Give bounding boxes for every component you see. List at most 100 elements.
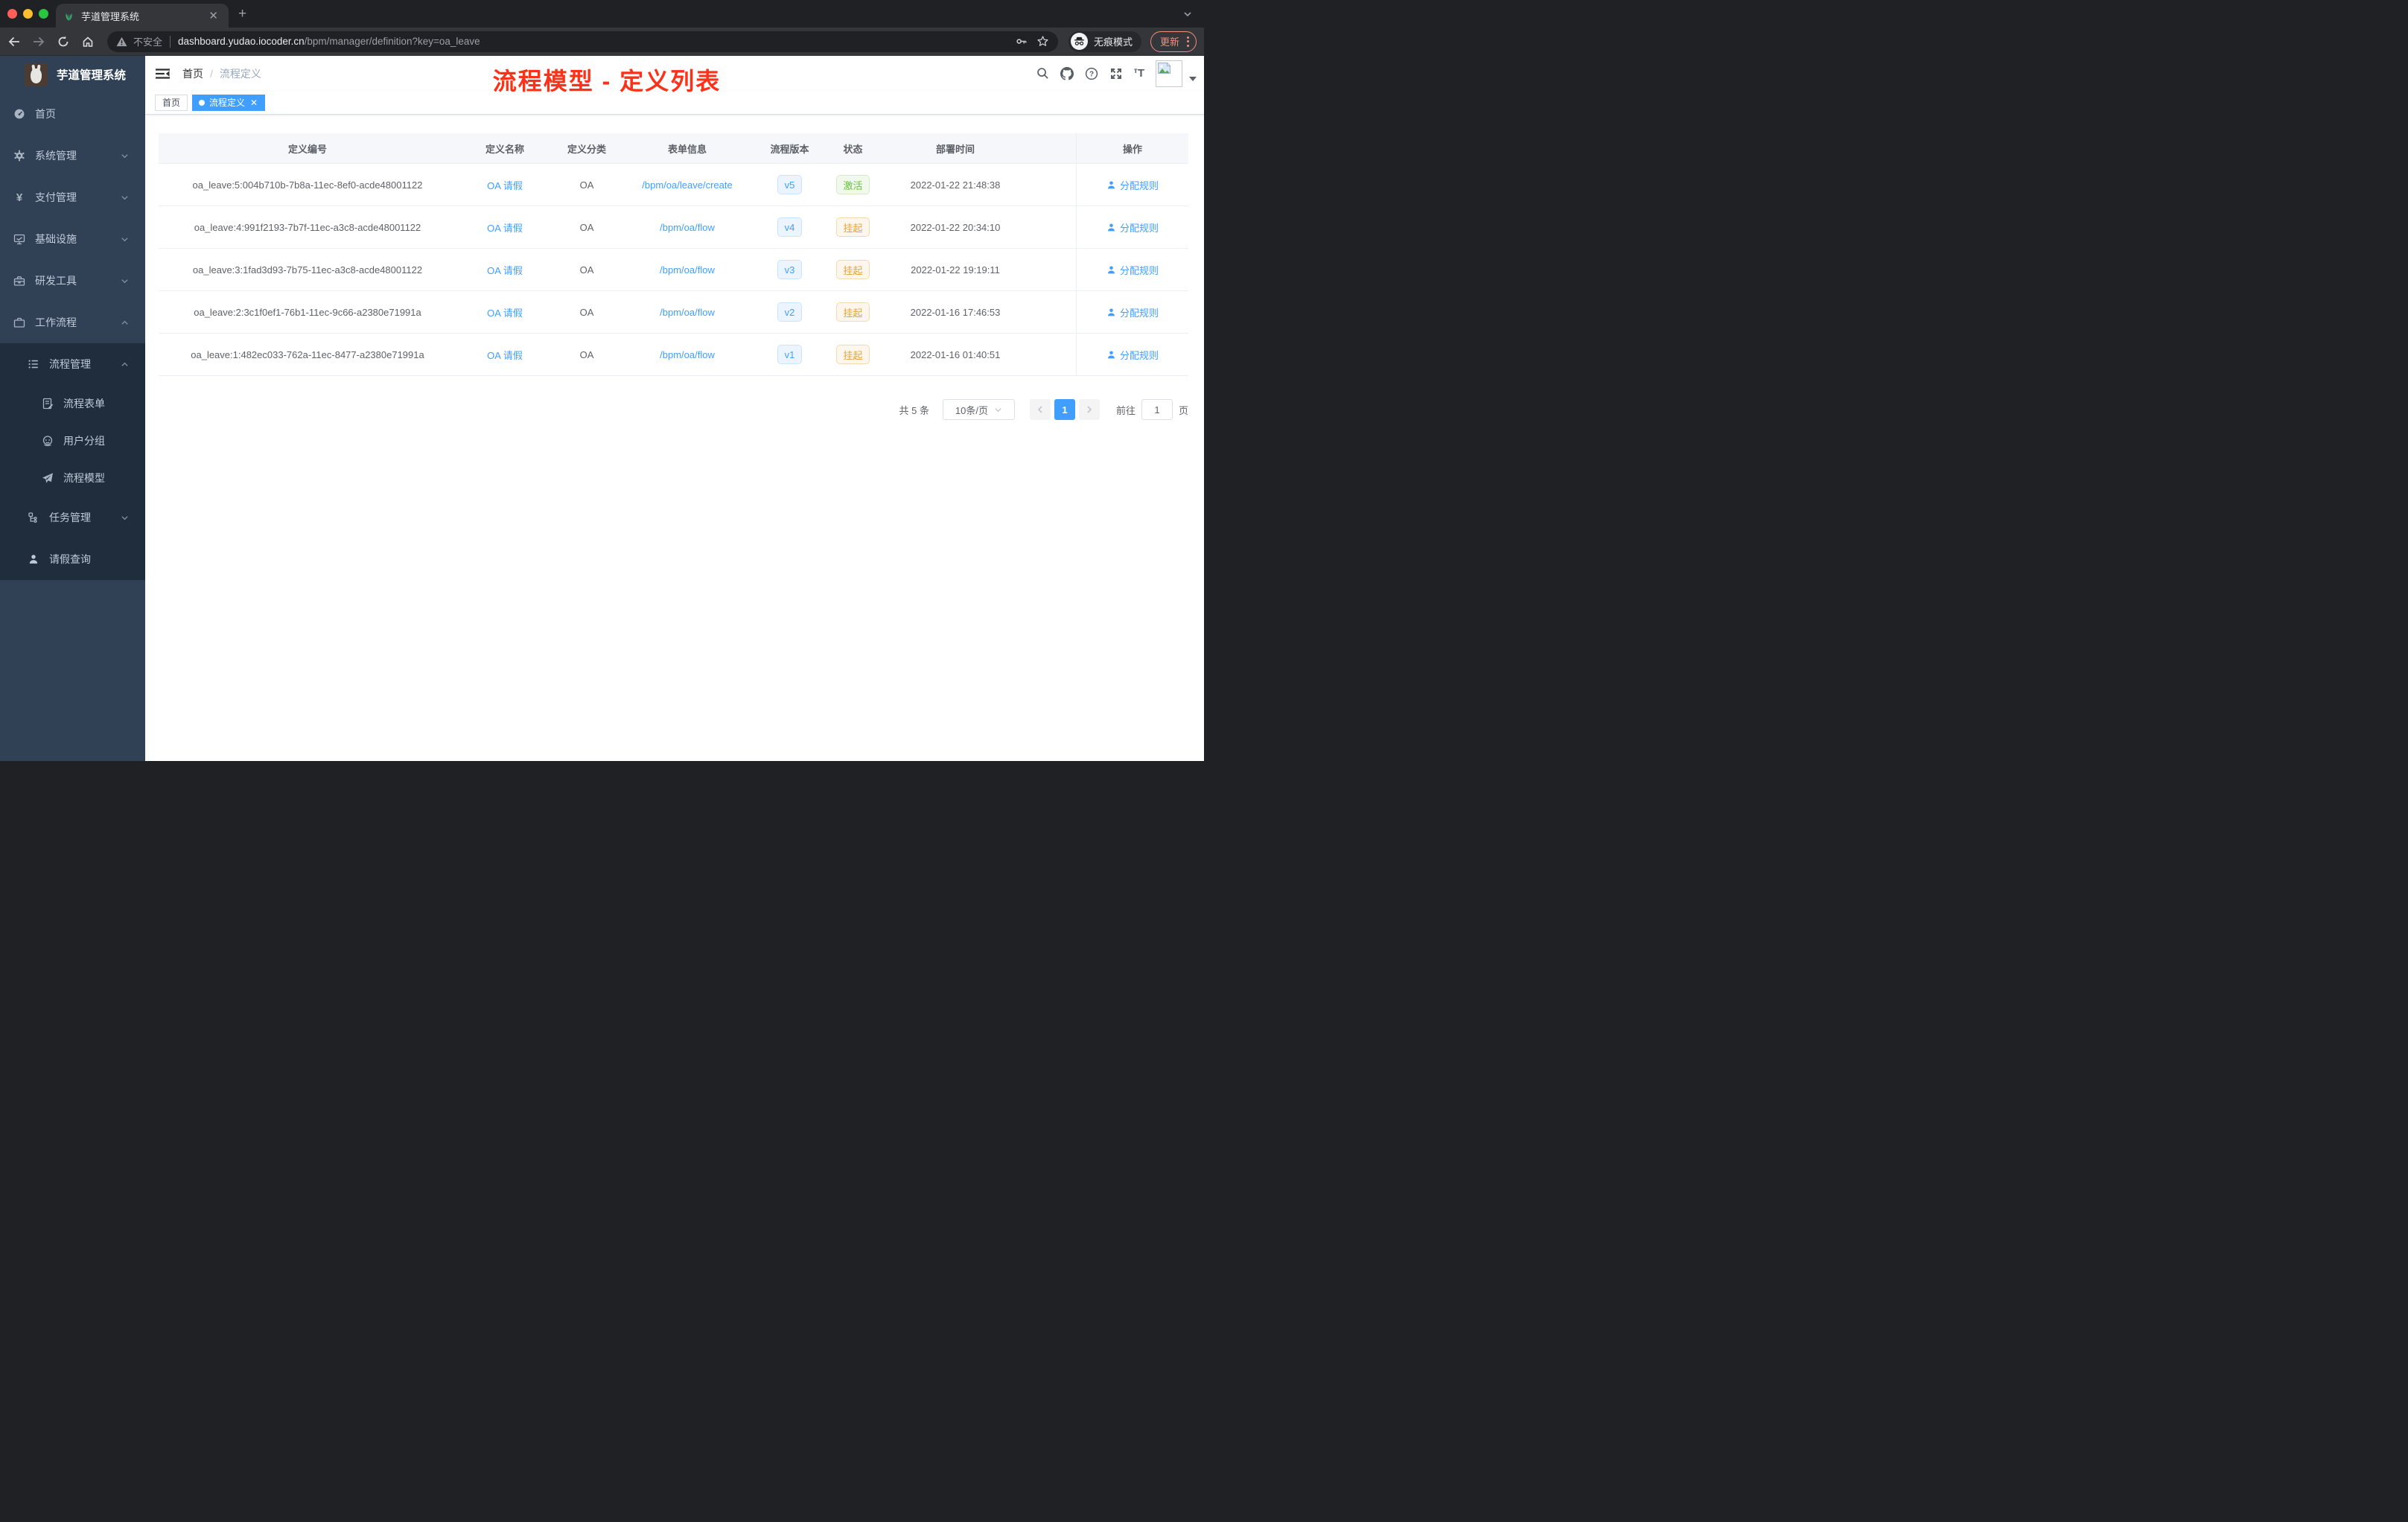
- browser-tab[interactable]: 芋道管理系统 ✕: [56, 4, 229, 28]
- assign-rule-link[interactable]: 分配规则: [1106, 220, 1159, 235]
- tag-close-icon[interactable]: ✕: [250, 98, 258, 107]
- cell-definition-id: oa_leave:3:1fad3d93-7b75-11ec-a3c8-acde4…: [192, 264, 423, 276]
- table-row: oa_leave:4:991f2193-7b7f-11ec-a3c8-acde4…: [159, 206, 1188, 249]
- sidebar-item-label: 流程表单: [63, 398, 105, 410]
- sidebar-item-infrastructure[interactable]: 基础设施: [0, 218, 145, 260]
- form-info-link[interactable]: /bpm/oa/flow: [660, 307, 715, 318]
- sidebar-item-payment-management[interactable]: ¥ 支付管理: [0, 176, 145, 218]
- next-page-button[interactable]: [1078, 399, 1100, 420]
- briefcase-icon: [13, 316, 25, 328]
- status-badge: 挂起: [836, 217, 870, 237]
- version-tag: v2: [777, 302, 802, 322]
- forward-button[interactable]: [28, 31, 49, 52]
- home-button[interactable]: [77, 31, 98, 52]
- sidebar-item-label: 流程模型: [63, 472, 105, 484]
- browser-update-button[interactable]: 更新: [1150, 31, 1197, 52]
- page-unit-label: 页: [1178, 404, 1188, 416]
- browser-menu-icon[interactable]: [1187, 36, 1189, 47]
- goto-label: 前往: [1115, 404, 1135, 416]
- avatar-caret-icon[interactable]: [1189, 76, 1197, 81]
- help-question-icon[interactable]: ?: [1085, 67, 1098, 80]
- sidebar-item-dev-tools[interactable]: 研发工具: [0, 260, 145, 302]
- sidebar-item-process-management[interactable]: 流程管理: [0, 343, 145, 385]
- sidebar-item-workflow[interactable]: 工作流程: [0, 302, 145, 343]
- sidebar-item-task-management[interactable]: 任务管理: [0, 497, 145, 538]
- sidebar-item-leave-query[interactable]: 请假查询: [0, 538, 145, 580]
- page-number-button[interactable]: 1: [1054, 399, 1075, 420]
- tag-process-definition[interactable]: 流程定义 ✕: [192, 94, 266, 111]
- person-icon: [1108, 223, 1115, 231]
- form-info-link[interactable]: /bpm/oa/leave/create: [642, 179, 732, 191]
- tag-label: 流程定义: [209, 98, 246, 108]
- prev-page-button[interactable]: [1029, 399, 1051, 420]
- person-icon: [1108, 180, 1115, 188]
- back-button[interactable]: [4, 31, 25, 52]
- sidebar-item-system-management[interactable]: 系统管理: [0, 135, 145, 176]
- bookmark-star-icon[interactable]: [1036, 35, 1049, 48]
- url-bar[interactable]: 不安全 dashboard.yudao.iocoder.cn/bpm/manag…: [107, 31, 1058, 52]
- column-header: 定义名称: [485, 143, 524, 155]
- form-info-link[interactable]: /bpm/oa/flow: [660, 222, 715, 233]
- security-label: 不安全: [133, 36, 163, 48]
- definition-name-link[interactable]: OA 请假: [487, 220, 523, 235]
- sidebar-logo[interactable]: 芋道管理系统: [0, 56, 145, 93]
- sidebar-item-label: 用户分组: [63, 435, 105, 447]
- form-info-link[interactable]: /bpm/oa/flow: [660, 349, 715, 360]
- column-header: 部署时间: [935, 143, 975, 155]
- sidebar-item-user-group[interactable]: 用户分组: [0, 422, 145, 459]
- tag-home[interactable]: 首页: [155, 94, 188, 111]
- incognito-icon: [1070, 33, 1088, 50]
- definition-name-link[interactable]: OA 请假: [487, 263, 523, 277]
- person-icon: [1108, 308, 1115, 316]
- table-row: oa_leave:5:004b710b-7b8a-11ec-8ef0-acde4…: [159, 164, 1188, 206]
- column-header: 流程版本: [770, 143, 809, 155]
- person-icon: [1108, 265, 1115, 273]
- page-size-value: 10条/页: [955, 404, 988, 416]
- sidebar-item-process-model[interactable]: 流程模型: [0, 459, 145, 497]
- definition-name-link[interactable]: OA 请假: [487, 348, 523, 362]
- definition-name-link[interactable]: OA 请假: [487, 305, 523, 319]
- fullscreen-icon[interactable]: [1109, 67, 1123, 80]
- column-header: 状态: [843, 143, 863, 155]
- goto-page-input[interactable]: [1141, 399, 1173, 420]
- tab-close-icon[interactable]: ✕: [206, 10, 221, 22]
- table-row: oa_leave:3:1fad3d93-7b75-11ec-a3c8-acde4…: [159, 249, 1188, 291]
- cell-deploy-time: 2022-01-16 17:46:53: [910, 306, 1001, 318]
- avatar[interactable]: [1156, 60, 1182, 87]
- sidebar-item-home[interactable]: 首页: [0, 93, 145, 135]
- column-header: 定义分类: [567, 143, 606, 155]
- breadcrumb-home[interactable]: 首页: [182, 66, 203, 81]
- page-size-select[interactable]: 10条/页: [942, 399, 1015, 420]
- github-icon[interactable]: [1060, 66, 1074, 80]
- sidebar-item-process-form[interactable]: 流程表单: [0, 385, 145, 422]
- cell-definition-id: oa_leave:2:3c1f0ef1-76b1-11ec-9c66-a2380…: [194, 306, 421, 318]
- reload-button[interactable]: [53, 31, 74, 52]
- password-key-icon[interactable]: [1015, 35, 1028, 48]
- search-icon[interactable]: [1036, 67, 1049, 80]
- column-header: 操作: [1076, 133, 1188, 163]
- sidebar-fold-icon[interactable]: [156, 68, 170, 80]
- new-tab-button[interactable]: +: [238, 6, 246, 22]
- cell-category: OA: [579, 179, 594, 191]
- assign-rule-link[interactable]: 分配规则: [1106, 348, 1159, 362]
- definition-name-link[interactable]: OA 请假: [487, 178, 523, 192]
- assign-rule-link[interactable]: 分配规则: [1106, 263, 1159, 277]
- gear-icon: [13, 150, 25, 162]
- url-path: /bpm/manager/definition?key=oa_leave: [304, 36, 480, 47]
- chevron-up-icon: [121, 360, 129, 369]
- assign-rule-link[interactable]: 分配规则: [1106, 178, 1159, 192]
- font-size-icon[interactable]: тT: [1134, 67, 1144, 80]
- form-info-link[interactable]: /bpm/oa/flow: [660, 264, 715, 276]
- version-tag: v1: [777, 345, 802, 364]
- tab-search-icon[interactable]: [1183, 9, 1192, 22]
- sidebar: 芋道管理系统 首页 系统管理 ¥ 支付管理 基础设施 研发工具 工作流程 流程管…: [0, 56, 145, 761]
- assign-rule-link[interactable]: 分配规则: [1106, 305, 1159, 319]
- window-minimize-button[interactable]: [23, 9, 33, 19]
- chevron-down-icon: [995, 407, 1001, 412]
- cell-category: OA: [579, 348, 594, 360]
- cell-deploy-time: 2022-01-22 21:48:38: [910, 179, 1001, 191]
- window-close-button[interactable]: [7, 9, 17, 19]
- warning-triangle-icon: [116, 36, 127, 47]
- window-zoom-button[interactable]: [39, 9, 48, 19]
- list-icon: [28, 358, 39, 370]
